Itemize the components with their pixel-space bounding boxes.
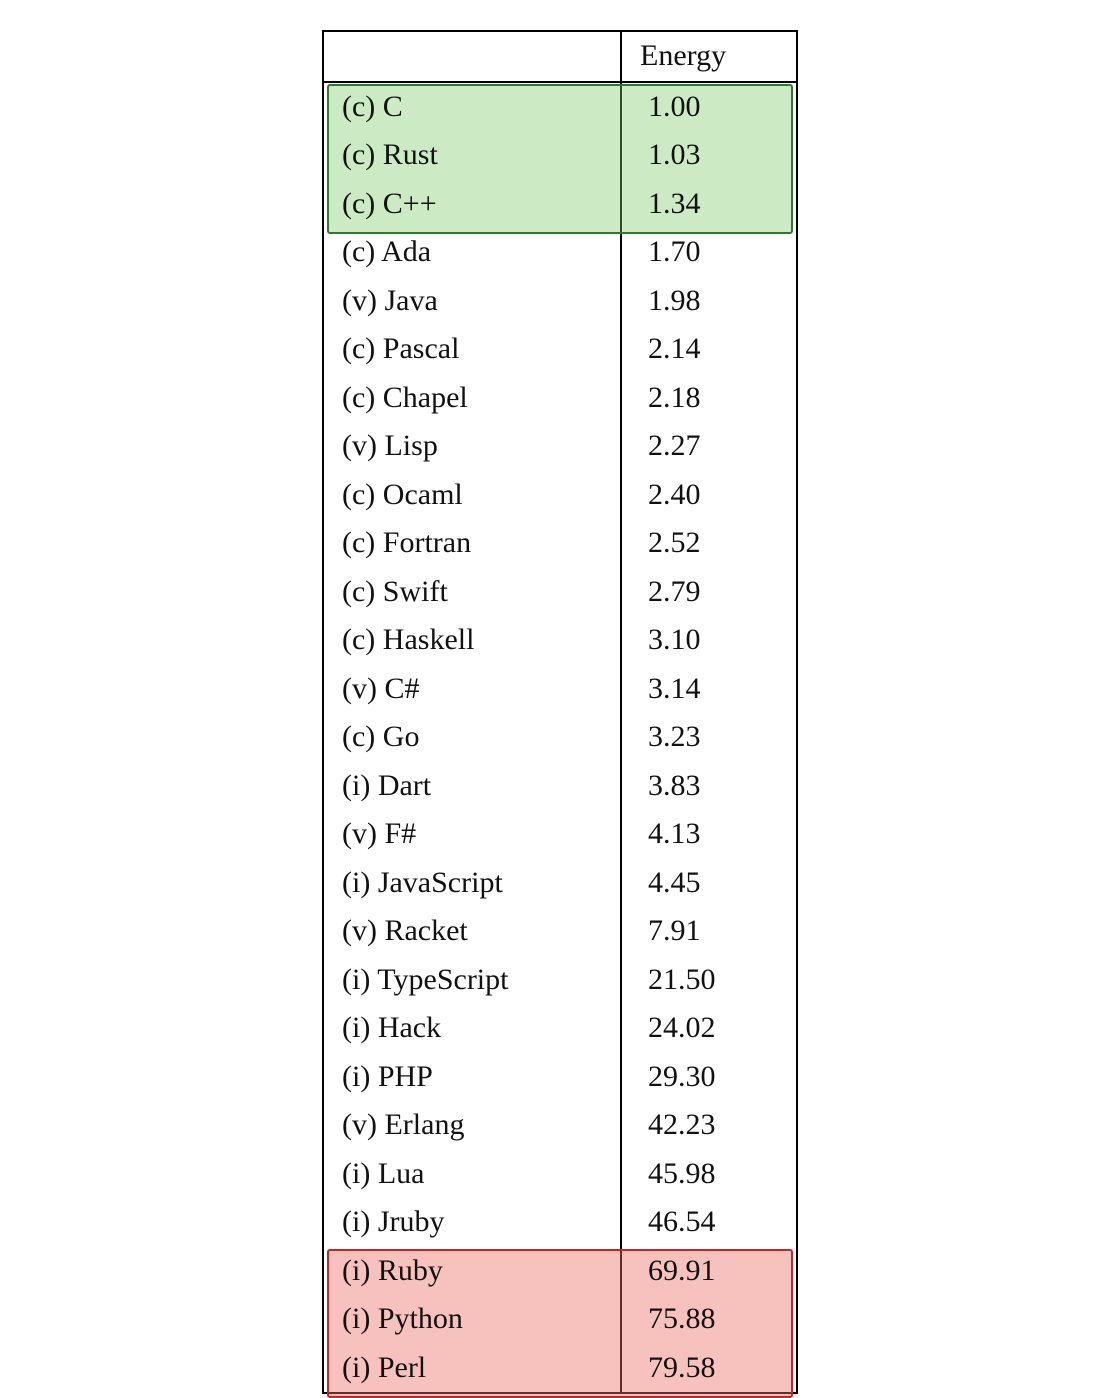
- table-row: (v) F#4.13: [324, 810, 796, 859]
- table-row: (c) Ada1.70: [324, 228, 796, 277]
- cell-lang: (v) F#: [324, 810, 621, 859]
- cell-lang: (c) C++: [324, 180, 621, 229]
- cell-lang: (c) Ocaml: [324, 471, 621, 520]
- table-row: (i) TypeScript21.50: [324, 956, 796, 1005]
- cell-lang: (c) Rust: [324, 131, 621, 180]
- cell-lang: (i) Dart: [324, 762, 621, 811]
- table-row: (i) Ruby69.91: [324, 1247, 796, 1296]
- table-row: (c) Fortran2.52: [324, 519, 796, 568]
- table-row: (i) PHP29.30: [324, 1053, 796, 1102]
- table-row: (v) Erlang42.23: [324, 1101, 796, 1150]
- cell-lang: (i) Python: [324, 1295, 621, 1344]
- table-row: (c) Go3.23: [324, 713, 796, 762]
- cell-energy: 1.34: [621, 180, 796, 229]
- table-row: (c) Swift2.79: [324, 568, 796, 617]
- table-row: (i) Hack24.02: [324, 1004, 796, 1053]
- table-row: (c) Ocaml2.40: [324, 471, 796, 520]
- cell-energy: 21.50: [621, 956, 796, 1005]
- cell-lang: (c) Haskell: [324, 616, 621, 665]
- table-row: (i) Perl79.58: [324, 1344, 796, 1393]
- cell-energy: 1.70: [621, 228, 796, 277]
- cell-energy: 24.02: [621, 1004, 796, 1053]
- table-row: (i) Dart3.83: [324, 762, 796, 811]
- cell-energy: 42.23: [621, 1101, 796, 1150]
- cell-energy: 1.00: [621, 82, 796, 132]
- cell-lang: (i) Lua: [324, 1150, 621, 1199]
- cell-lang: (i) TypeScript: [324, 956, 621, 1005]
- cell-energy: 7.91: [621, 907, 796, 956]
- table-row: (c) Chapel2.18: [324, 374, 796, 423]
- table-row: (i) JavaScript4.45: [324, 859, 796, 908]
- table-row: (c) Rust1.03: [324, 131, 796, 180]
- cell-lang: (v) Lisp: [324, 422, 621, 471]
- cell-lang: (c) Ada: [324, 228, 621, 277]
- cell-lang: (c) Swift: [324, 568, 621, 617]
- cell-lang: (v) Racket: [324, 907, 621, 956]
- cell-energy: 69.91: [621, 1247, 796, 1296]
- cell-energy: 1.03: [621, 131, 796, 180]
- header-blank: [324, 32, 621, 82]
- table-row: (c) C++1.34: [324, 180, 796, 229]
- cell-energy: 79.58: [621, 1344, 796, 1393]
- cell-energy: 2.18: [621, 374, 796, 423]
- table-row: (c) Haskell3.10: [324, 616, 796, 665]
- table-header-row: Energy: [324, 32, 796, 82]
- cell-energy: 46.54: [621, 1198, 796, 1247]
- table-row: (c) Pascal2.14: [324, 325, 796, 374]
- cell-lang: (i) PHP: [324, 1053, 621, 1102]
- table-row: (i) Python75.88: [324, 1295, 796, 1344]
- cell-lang: (v) Erlang: [324, 1101, 621, 1150]
- cell-lang: (i) Ruby: [324, 1247, 621, 1296]
- cell-energy: 2.52: [621, 519, 796, 568]
- cell-energy: 4.13: [621, 810, 796, 859]
- table-row: (v) Racket7.91: [324, 907, 796, 956]
- cell-energy: 2.40: [621, 471, 796, 520]
- table-row: (i) Lua45.98: [324, 1150, 796, 1199]
- table-row: (v) Java1.98: [324, 277, 796, 326]
- cell-energy: 2.27: [621, 422, 796, 471]
- cell-energy: 3.14: [621, 665, 796, 714]
- cell-energy: 2.79: [621, 568, 796, 617]
- cell-lang: (c) Chapel: [324, 374, 621, 423]
- table-row: (c) C1.00: [324, 82, 796, 132]
- cell-energy: 3.23: [621, 713, 796, 762]
- table-row: (v) Lisp2.27: [324, 422, 796, 471]
- cell-lang: (i) Perl: [324, 1344, 621, 1393]
- cell-energy: 75.88: [621, 1295, 796, 1344]
- cell-energy: 3.83: [621, 762, 796, 811]
- cell-energy: 2.14: [621, 325, 796, 374]
- cell-lang: (v) C#: [324, 665, 621, 714]
- cell-lang: (i) Jruby: [324, 1198, 621, 1247]
- cell-lang: (v) Java: [324, 277, 621, 326]
- cell-energy: 29.30: [621, 1053, 796, 1102]
- cell-energy: 1.98: [621, 277, 796, 326]
- cell-lang: (c) Go: [324, 713, 621, 762]
- table-row: (i) Jruby46.54: [324, 1198, 796, 1247]
- cell-lang: (c) Fortran: [324, 519, 621, 568]
- cell-lang: (i) JavaScript: [324, 859, 621, 908]
- table-row: (v) C#3.14: [324, 665, 796, 714]
- cell-energy: 3.10: [621, 616, 796, 665]
- cell-energy: 45.98: [621, 1150, 796, 1199]
- cell-lang: (c) Pascal: [324, 325, 621, 374]
- energy-table: Energy (c) C1.00(c) Rust1.03(c) C++1.34(…: [324, 32, 796, 1392]
- cell-lang: (i) Hack: [324, 1004, 621, 1053]
- header-energy: Energy: [621, 32, 796, 82]
- energy-table-container: Energy (c) C1.00(c) Rust1.03(c) C++1.34(…: [322, 30, 798, 1394]
- cell-energy: 4.45: [621, 859, 796, 908]
- table-body: (c) C1.00(c) Rust1.03(c) C++1.34(c) Ada1…: [324, 82, 796, 1393]
- cell-lang: (c) C: [324, 82, 621, 132]
